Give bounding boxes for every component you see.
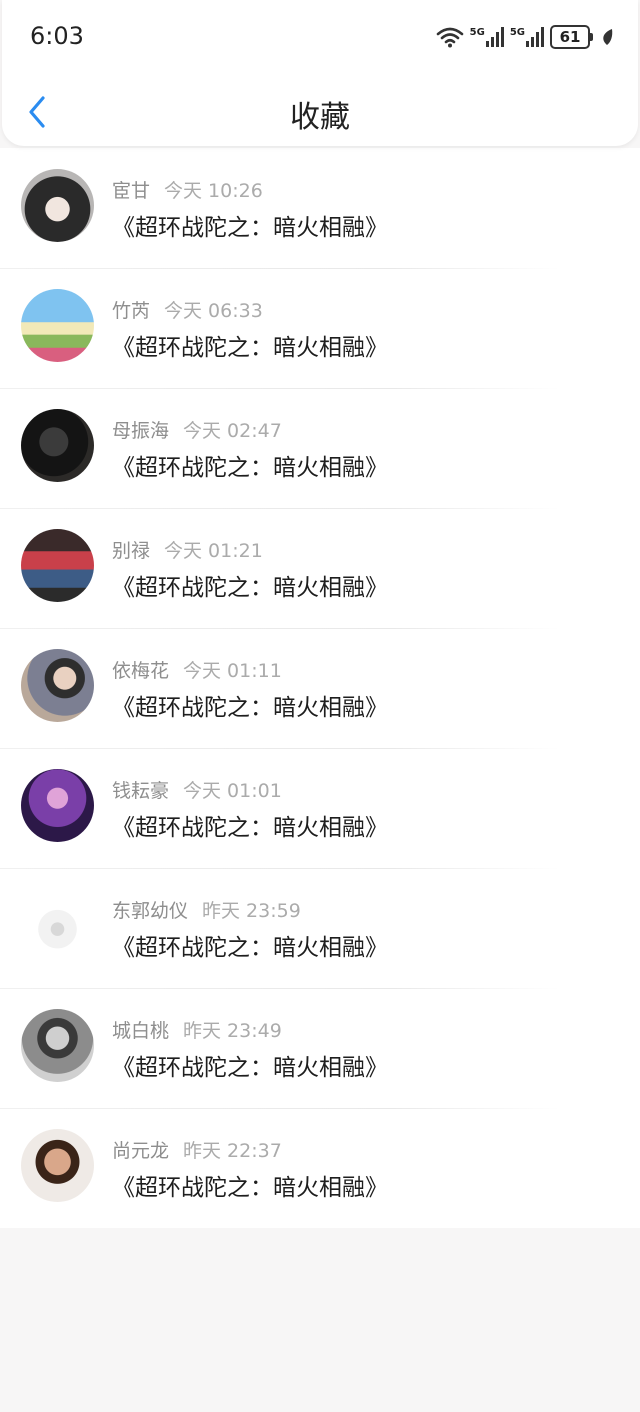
item-meta: 依梅花 今天 01:11 (112, 656, 282, 683)
user-name: 竹芮 (112, 300, 151, 322)
avatar[interactable] (21, 169, 94, 242)
item-title: 《超环战陀之：暗火相融》 (112, 695, 388, 721)
user-name: 母振海 (112, 420, 170, 442)
item-title: 《超环战陀之：暗火相融》 (112, 1175, 388, 1201)
item-title: 《超环战陀之：暗火相融》 (112, 815, 388, 841)
list-item[interactable]: 宦甘 今天 10:26 《超环战陀之：暗火相融》 (0, 148, 640, 268)
list-item[interactable]: 别禄 今天 01:21 《超环战陀之：暗火相融》 (0, 508, 640, 628)
user-name: 尚元龙 (112, 1140, 170, 1162)
avatar[interactable] (21, 649, 94, 722)
timestamp: 今天 02:47 (183, 420, 282, 442)
item-title: 《超环战陀之：暗火相融》 (112, 335, 388, 361)
user-name: 别禄 (112, 540, 151, 562)
status-icons: 5G 5G 61 (436, 22, 614, 52)
item-meta: 钱耘豪 今天 01:01 (112, 776, 282, 803)
avatar[interactable] (21, 889, 94, 962)
battery-icon: 61 (550, 25, 593, 49)
user-name: 钱耘豪 (112, 780, 170, 802)
item-title: 《超环战陀之：暗火相融》 (112, 575, 388, 601)
timestamp: 今天 01:11 (183, 660, 282, 682)
timestamp: 今天 01:21 (164, 540, 263, 562)
cellular-signal-icon: 5G (510, 27, 544, 47)
avatar[interactable] (21, 409, 94, 482)
list-item[interactable]: 母振海 今天 02:47 《超环战陀之：暗火相融》 (0, 388, 640, 508)
network-type-label: 5G (469, 27, 485, 38)
avatar[interactable] (21, 289, 94, 362)
avatar[interactable] (21, 1009, 94, 1082)
list-item[interactable]: 东郭幼仪 昨天 23:59 《超环战陀之：暗火相融》 (0, 868, 640, 988)
avatar[interactable] (21, 1129, 94, 1202)
cellular-signal-icon: 5G (470, 27, 504, 47)
item-title: 《超环战陀之：暗火相融》 (112, 215, 388, 241)
list-item[interactable]: 尚元龙 昨天 22:37 《超环战陀之：暗火相融》 (0, 1108, 640, 1228)
item-meta: 东郭幼仪 昨天 23:59 (112, 896, 301, 923)
item-meta: 城白桃 昨天 23:49 (112, 1016, 282, 1043)
timestamp: 今天 06:33 (164, 300, 263, 322)
wifi-icon (436, 27, 463, 48)
item-title: 《超环战陀之：暗火相融》 (112, 455, 388, 481)
user-name: 宦甘 (112, 180, 151, 202)
status-time: 6:03 (30, 22, 84, 50)
favorites-list: 宦甘 今天 10:26 《超环战陀之：暗火相融》 竹芮 今天 06:33 《超环战陀… (0, 148, 640, 1228)
timestamp: 今天 10:26 (164, 180, 263, 202)
avatar[interactable] (21, 529, 94, 602)
network-type-label: 5G (509, 27, 525, 38)
item-meta: 母振海 今天 02:47 (112, 416, 282, 443)
top-bar: 6:03 5G 5G 61 收藏 (2, 0, 638, 146)
timestamp: 今天 01:01 (183, 780, 282, 802)
item-meta: 竹芮 今天 06:33 (112, 296, 263, 323)
item-meta: 宦甘 今天 10:26 (112, 176, 263, 203)
timestamp: 昨天 23:59 (202, 900, 301, 922)
item-meta: 尚元龙 昨天 22:37 (112, 1136, 282, 1163)
timestamp: 昨天 22:37 (183, 1140, 282, 1162)
timestamp: 昨天 23:49 (183, 1020, 282, 1042)
item-title: 《超环战陀之：暗火相融》 (112, 1055, 388, 1081)
user-name: 依梅花 (112, 660, 170, 682)
list-item[interactable]: 依梅花 今天 01:11 《超环战陀之：暗火相融》 (0, 628, 640, 748)
user-name: 城白桃 (112, 1020, 170, 1042)
list-item[interactable]: 钱耘豪 今天 01:01 《超环战陀之：暗火相融》 (0, 748, 640, 868)
list-item[interactable]: 城白桃 昨天 23:49 《超环战陀之：暗火相融》 (0, 988, 640, 1108)
page-title: 收藏 (290, 100, 350, 135)
item-meta: 别禄 今天 01:21 (112, 536, 263, 563)
leaf-icon (603, 29, 613, 45)
item-title: 《超环战陀之：暗火相融》 (112, 935, 388, 961)
user-name: 东郭幼仪 (112, 900, 189, 922)
list-item[interactable]: 竹芮 今天 06:33 《超环战陀之：暗火相融》 (0, 268, 640, 388)
avatar[interactable] (21, 769, 94, 842)
